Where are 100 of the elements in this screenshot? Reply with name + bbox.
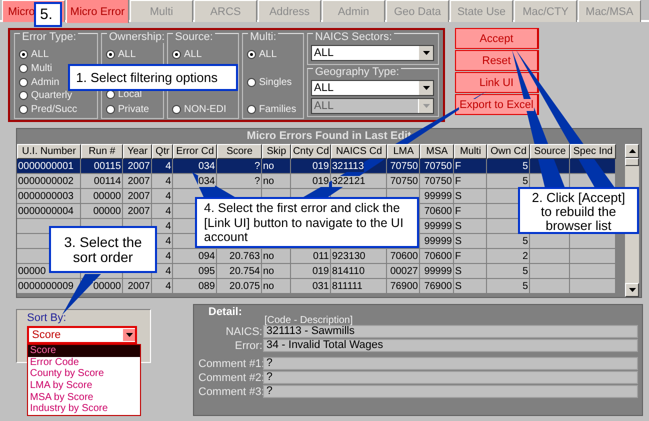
- sort-label: Sort By:: [27, 312, 66, 324]
- table-cell: 0000000009: [18, 281, 74, 292]
- instruction-tooltip: 1. Select filtering options: [68, 64, 238, 91]
- table-cell: 2007: [128, 206, 150, 217]
- table-cell: 4: [165, 251, 171, 262]
- option-label: ALL: [259, 49, 277, 60]
- option-label: Admin: [31, 76, 60, 88]
- field-label: Comment #1:: [198, 358, 262, 370]
- table-cell: 811111: [332, 281, 362, 292]
- table-cell: 00000: [18, 266, 46, 277]
- table-cell: 00115: [94, 161, 121, 172]
- field-value: 34 - Invalid Total Wages: [263, 339, 638, 352]
- table-cell: no: [263, 251, 274, 262]
- table-cell: 2007: [128, 161, 150, 172]
- table-cell: 70600: [424, 251, 452, 262]
- table-cell: 019: [312, 176, 329, 187]
- detail-title: Detail:: [208, 306, 242, 318]
- table-cell: 20.075: [229, 281, 260, 292]
- table-cell: 76900: [424, 281, 452, 292]
- instruction-tooltip: 5.: [34, 2, 62, 27]
- table-cell: ?: [254, 161, 260, 172]
- table-cell: 0000000001: [18, 161, 74, 172]
- table-cell: 095: [198, 266, 215, 277]
- table-cell: 089: [198, 281, 215, 292]
- table-cell: 70750: [390, 161, 418, 172]
- table-cell: S: [455, 221, 462, 232]
- table-cell: 923130: [332, 251, 366, 262]
- table-cell: 034: [198, 176, 215, 187]
- table-cell: 70750: [424, 176, 452, 187]
- table-cell: 00027: [390, 266, 418, 277]
- option-label: Families: [259, 104, 296, 115]
- table-cell: F: [455, 176, 462, 187]
- field-value: 321113 - Sawmills: [263, 325, 638, 338]
- table-cell: 2007: [128, 176, 150, 187]
- table-cell: no: [263, 281, 274, 292]
- table-cell: 814110: [332, 266, 365, 277]
- table-cell: 019: [312, 161, 329, 172]
- table-cell: 70600: [390, 251, 418, 262]
- table-cell: 5: [522, 236, 528, 247]
- option-label: Pred/Succ: [31, 104, 78, 115]
- table-cell: 2: [522, 251, 528, 262]
- field-label: Comment #2:: [198, 372, 262, 384]
- table-cell: no: [263, 176, 274, 187]
- table-cell: 034: [198, 161, 215, 172]
- group-title: Multi:: [248, 31, 278, 43]
- table-cell: 011: [313, 251, 329, 262]
- table-cell: 0000000004: [18, 206, 74, 217]
- table-cell: 0000000002: [18, 176, 74, 187]
- table-cell: ?: [254, 176, 260, 187]
- group-title: Ownership:: [107, 31, 167, 43]
- option-label: Private: [118, 104, 150, 115]
- option-label: ALL: [31, 49, 49, 60]
- table-cell: no: [263, 266, 274, 277]
- field-value: ?: [263, 385, 638, 398]
- table-cell: 4: [165, 221, 171, 232]
- option-label: Singles: [259, 76, 292, 88]
- table-cell: 2007: [128, 281, 150, 292]
- group-title: Geography Type:: [313, 66, 402, 78]
- option-label: NON-EDI: [184, 104, 226, 115]
- table-cell: 20.754: [229, 266, 260, 277]
- table-cell: 5: [522, 281, 528, 292]
- table-cell: 031: [312, 281, 329, 292]
- table-cell: 70750: [390, 176, 418, 187]
- field-value: ?: [263, 371, 638, 384]
- option-label: Multi: [31, 62, 52, 74]
- option-label: ALL: [184, 49, 202, 60]
- instruction-tooltip: 3. Select the sort order: [49, 226, 157, 273]
- table-cell: 322121: [332, 176, 366, 187]
- table-cell: 99999: [424, 221, 452, 232]
- table-cell: 70600: [424, 206, 452, 217]
- group-title: Source:: [173, 31, 215, 43]
- table-cell: S: [455, 236, 462, 247]
- instruction-tooltip: 4. Select the first error and click the [Link UI] button to navigate to the UI account: [195, 197, 419, 248]
- table-cell: 4: [165, 281, 171, 292]
- option-label: ALL: [118, 49, 136, 60]
- table-cell: 2007: [128, 191, 150, 202]
- field-label: NAICS:: [224, 326, 262, 338]
- table-cell: 5: [522, 161, 528, 172]
- field-label: Error:: [234, 340, 262, 352]
- table-cell: no: [263, 161, 274, 172]
- table-cell: 00000: [93, 206, 121, 217]
- table-cell: 00000: [93, 191, 121, 202]
- table-cell: F: [455, 206, 462, 217]
- table-cell: 99999: [424, 266, 452, 277]
- table-cell: 70750: [424, 161, 452, 172]
- field-label: Comment #3:: [198, 386, 262, 398]
- option-label: Quarterly: [31, 90, 72, 102]
- table-cell: S: [455, 191, 462, 202]
- table-cell: 4: [165, 161, 171, 172]
- table-cell: 00114: [94, 176, 121, 187]
- table-cell: 5: [522, 266, 528, 277]
- table-cell: S: [455, 281, 462, 292]
- table-cell: 99999: [424, 236, 452, 247]
- table-cell: 76900: [390, 281, 418, 292]
- table-cell: 99999: [424, 191, 452, 202]
- option-label: Local: [118, 89, 142, 100]
- table-cell: 00000: [93, 281, 121, 292]
- table-cell: 094: [198, 251, 215, 262]
- group-title: NAICS Sectors:: [313, 31, 394, 43]
- table-cell: 4: [165, 206, 171, 217]
